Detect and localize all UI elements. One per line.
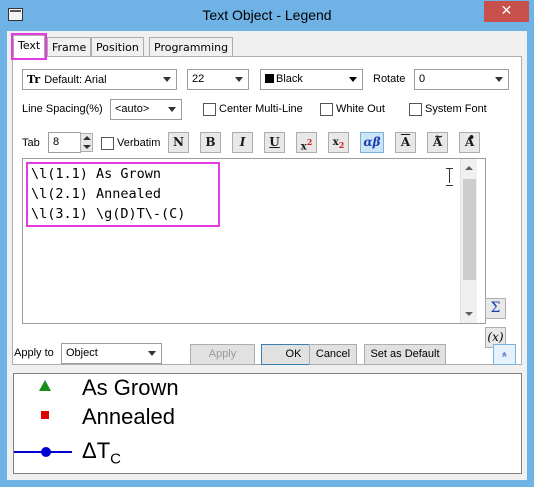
greek-glyph: αβ	[363, 135, 381, 149]
font-select[interactable]: Tr Default: Arial	[22, 69, 177, 90]
subscript-mark: 2	[338, 140, 345, 150]
chevron-down-icon	[235, 77, 243, 82]
tilde-icon: ~	[434, 130, 444, 143]
tab-frame[interactable]: Frame	[47, 37, 92, 57]
tab-width-input[interactable]: 8	[48, 132, 81, 153]
center-multiline-label: Center Multi-Line	[219, 103, 303, 115]
rotate-select[interactable]: 0	[414, 69, 509, 90]
editor-scrollbar[interactable]	[460, 159, 477, 323]
color-value: Black	[276, 73, 303, 85]
tab-width-spinner[interactable]	[80, 133, 93, 152]
overbar-button[interactable]: A	[395, 132, 416, 153]
verbatim-label: Verbatim	[117, 137, 161, 149]
apply-to-value: Object	[66, 347, 98, 359]
chevron-down-icon	[168, 107, 176, 112]
font-select-value: Default: Arial	[44, 74, 107, 86]
editor-line-3: \l(3.1) \g(D)T\-(C)	[31, 206, 186, 222]
dialog-window: Text Object - Legend ✕ Text Frame Positi…	[0, 0, 534, 487]
superscript-button[interactable]: x2	[296, 132, 317, 153]
editor-line-2: \l(2.1) Annealed	[31, 186, 162, 202]
line-spacing-label: Line Spacing(%)	[22, 103, 103, 115]
close-button[interactable]: ✕	[484, 1, 529, 22]
italic-button[interactable]: I	[232, 132, 253, 153]
rotate-label: Rotate	[373, 73, 406, 85]
spin-up-icon[interactable]	[83, 136, 91, 140]
subscript-button[interactable]: x2	[328, 132, 349, 153]
legend-item-3-subscript: C	[110, 450, 121, 468]
legend-item-3-text: ΔT	[82, 438, 111, 463]
normal-button[interactable]: N	[168, 132, 189, 153]
font-tt-icon: Tr	[27, 73, 41, 86]
cancel-button[interactable]: Cancel	[309, 344, 357, 365]
system-font-checkbox[interactable]	[409, 103, 422, 116]
square-symbol-icon	[41, 411, 49, 419]
scrollbar-thumb[interactable]	[463, 179, 476, 280]
scroll-up-icon[interactable]	[465, 166, 473, 170]
tilde-button[interactable]: ~ A	[427, 130, 448, 153]
color-select[interactable]: Black	[260, 69, 363, 90]
legend-item-3: ΔTC	[82, 438, 121, 467]
tab-programming[interactable]: Programming	[149, 37, 234, 57]
text-editor[interactable]: \l(1.1) As Grown \l(2.1) Annealed \l(3.1…	[22, 158, 486, 324]
tab-text[interactable]: Text	[10, 33, 48, 60]
tab-width-value: 8	[53, 136, 60, 148]
text-cursor-icon	[446, 168, 454, 186]
line-spacing-value: <auto>	[115, 103, 150, 115]
editor-line-1: \l(1.1) As Grown	[31, 166, 162, 182]
color-swatch	[265, 74, 274, 83]
font-size-value: 22	[192, 73, 205, 85]
verbatim-checkbox[interactable]	[101, 137, 114, 150]
font-size-select[interactable]: 22	[187, 69, 249, 90]
apply-to-select[interactable]: Object	[61, 343, 162, 364]
chevron-down-icon	[148, 351, 156, 356]
chevron-down-icon	[163, 77, 171, 82]
sigma-button[interactable]: Σ	[485, 298, 506, 319]
bold-button[interactable]: B	[200, 132, 221, 153]
underline-button[interactable]: U	[264, 132, 285, 153]
greek-button[interactable]: αβ	[360, 132, 384, 153]
collapse-button[interactable]: «	[493, 344, 516, 365]
dot-accent-icon: •	[468, 131, 476, 144]
tab-label: Tab	[22, 137, 40, 149]
white-out-checkbox[interactable]	[320, 103, 333, 116]
legend-item-2: Annealed	[82, 404, 175, 429]
apply-button[interactable]: Apply	[190, 344, 255, 365]
set-as-default-button[interactable]: Set as Default	[364, 344, 446, 365]
white-out-label: White Out	[336, 103, 385, 115]
title-bar[interactable]: Text Object - Legend ✕	[0, 0, 534, 31]
dialog-body: Text Frame Position Programming Tr Defaul…	[7, 31, 527, 480]
legend-preview: As Grown Annealed ΔTC	[13, 373, 522, 474]
triangle-symbol-icon	[39, 380, 51, 391]
superscript-mark: 2	[306, 137, 313, 147]
scroll-down-icon[interactable]	[465, 312, 473, 316]
text-tab-panel: Tr Default: Arial 22 Black Rotate 0 Line …	[12, 56, 522, 365]
chevron-down-icon	[495, 77, 503, 82]
dot-accent-button[interactable]: • A	[459, 131, 480, 153]
circle-symbol-icon	[41, 447, 51, 457]
spin-down-icon[interactable]	[83, 145, 91, 149]
chevron-down-icon	[349, 77, 357, 82]
double-chevron-up-icon: «	[499, 351, 510, 358]
apply-to-label: Apply to	[14, 347, 54, 359]
line-spacing-select[interactable]: <auto>	[110, 99, 182, 120]
legend-item-1: As Grown	[82, 375, 179, 400]
tab-position[interactable]: Position	[91, 37, 144, 57]
system-font-label: System Font	[425, 103, 487, 115]
window-title: Text Object - Legend	[202, 7, 332, 23]
rotate-value: 0	[419, 73, 426, 85]
center-multiline-checkbox[interactable]	[203, 103, 216, 116]
